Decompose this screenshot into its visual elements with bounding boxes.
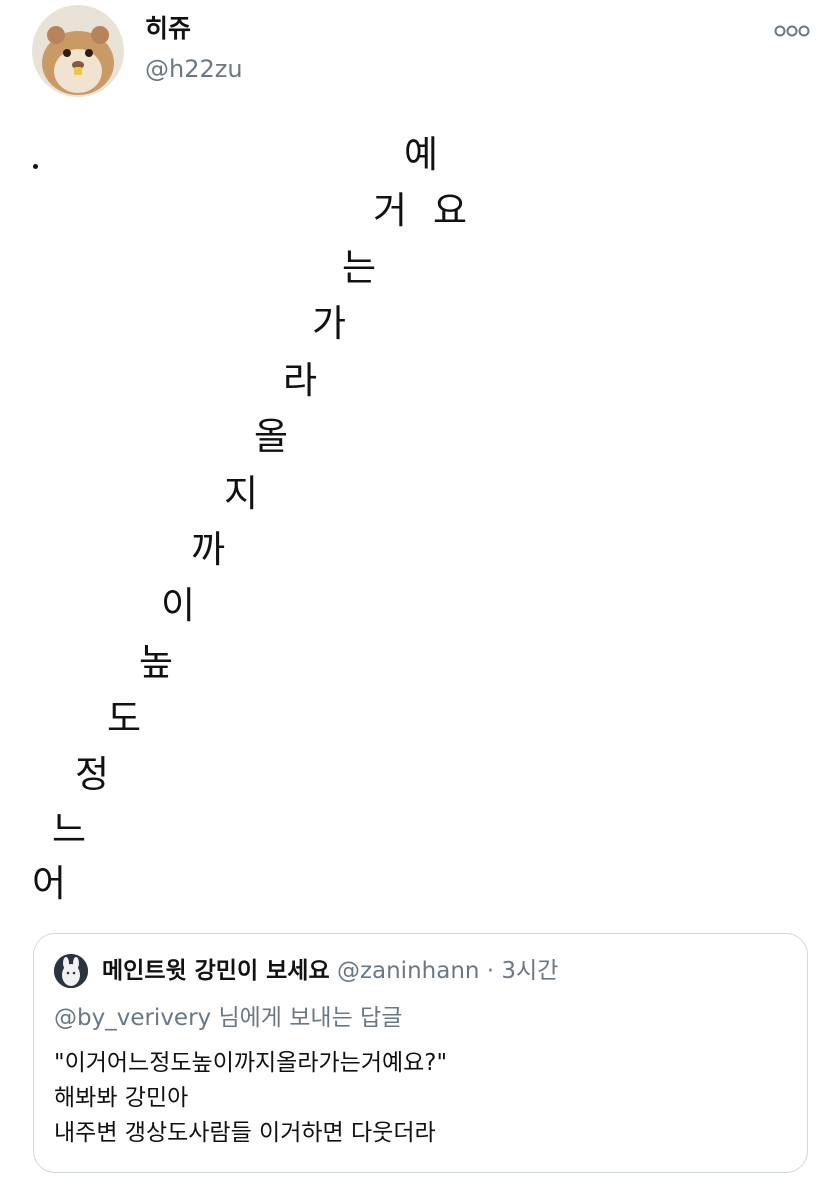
tweet-glyph-15: 어 [32,862,67,905]
more-options-icon [774,25,810,37]
tweet-glyph-1: 예 [404,133,439,176]
quoted-tweet-time[interactable]: 3시간 [501,958,558,984]
author-avatar[interactable] [32,5,124,97]
tweet-glyph-14: 느 [52,808,87,851]
quoted-tweet-card[interactable]: 메인트윗 강민이 보세요 @zaninhann · 3시간 @by_verive… [33,933,808,1173]
tweet-glyph-10: 이 [161,584,196,627]
quoted-tweet-line-3: 내주변 갱상도사람들 이거하면 다웃더라 [54,1120,436,1146]
quoted-tweet-reply-context: @by_verivery 님에게 보내는 답글 [54,1002,402,1034]
tweet-glyph-3: 요 [433,189,468,232]
author-handle[interactable]: @h22zu [145,53,243,85]
reply-mention-link[interactable]: @by_verivery [54,1005,211,1031]
tweet-glyph-4: 는 [342,246,377,289]
tweet-glyph-11: 높 [139,641,174,684]
hamster-avatar-icon [32,5,124,97]
quoted-tweet-separator: · [486,958,495,984]
quoted-tweet-header: 메인트윗 강민이 보세요 @zaninhann · 3시간 [102,954,558,988]
tweet-lead-mark [33,164,38,169]
more-options-button[interactable] [772,20,812,42]
quoted-tweet-handle[interactable]: @zaninhann [337,958,480,984]
tweet-glyph-2: 거 [373,189,408,232]
quoted-tweet-body: "이거어느정도높이까지올라가는거예요?" 해봐봐 강민아 내주변 갱상도사람들 … [54,1046,447,1151]
white-creature-avatar-icon [54,954,88,988]
author-display-name[interactable]: 히쥬 [145,13,191,45]
tweet-glyph-7: 올 [254,415,289,458]
reply-suffix-text: 님에게 보내는 답글 [211,1005,403,1031]
tweet-glyph-8: 지 [224,472,259,515]
quoted-tweet-line-1: "이거어느정도높이까지올라가는거예요?" [54,1050,448,1076]
quoted-tweet-line-2: 해봐봐 강민아 [54,1085,189,1111]
tweet-glyph-12: 도 [107,697,142,740]
tweet-glyph-9: 까 [191,528,226,571]
tweet-glyph-13: 정 [75,753,110,796]
tweet-glyph-6: 라 [283,359,318,402]
quoted-tweet-avatar[interactable] [54,954,88,988]
quoted-tweet-display-name[interactable]: 메인트윗 강민이 보세요 [102,958,330,984]
tweet-glyph-5: 가 [312,302,347,345]
